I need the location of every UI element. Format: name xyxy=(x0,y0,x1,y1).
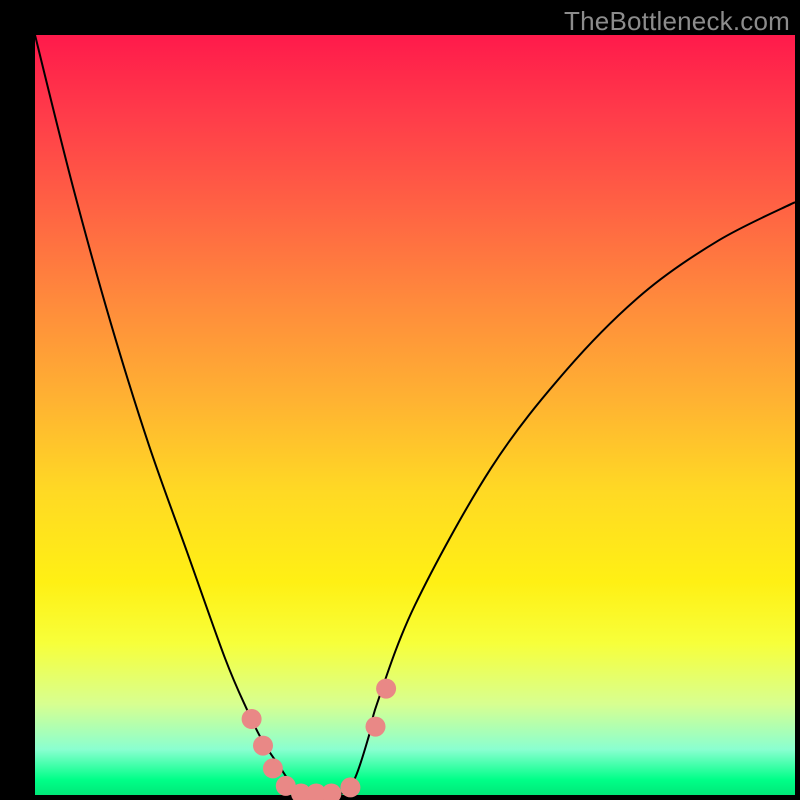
curve-marker xyxy=(376,679,396,699)
marker-group xyxy=(242,679,397,800)
chart-frame: TheBottleneck.com xyxy=(0,0,800,800)
curve-marker xyxy=(321,784,341,800)
curve-marker xyxy=(263,758,283,778)
curve-layer xyxy=(35,35,795,795)
bottleneck-curve xyxy=(35,35,795,796)
plot-area xyxy=(35,35,795,795)
curve-marker xyxy=(253,736,273,756)
watermark-text: TheBottleneck.com xyxy=(564,6,790,37)
curve-marker xyxy=(340,777,360,797)
curve-marker xyxy=(366,717,386,737)
curve-marker xyxy=(242,709,262,729)
